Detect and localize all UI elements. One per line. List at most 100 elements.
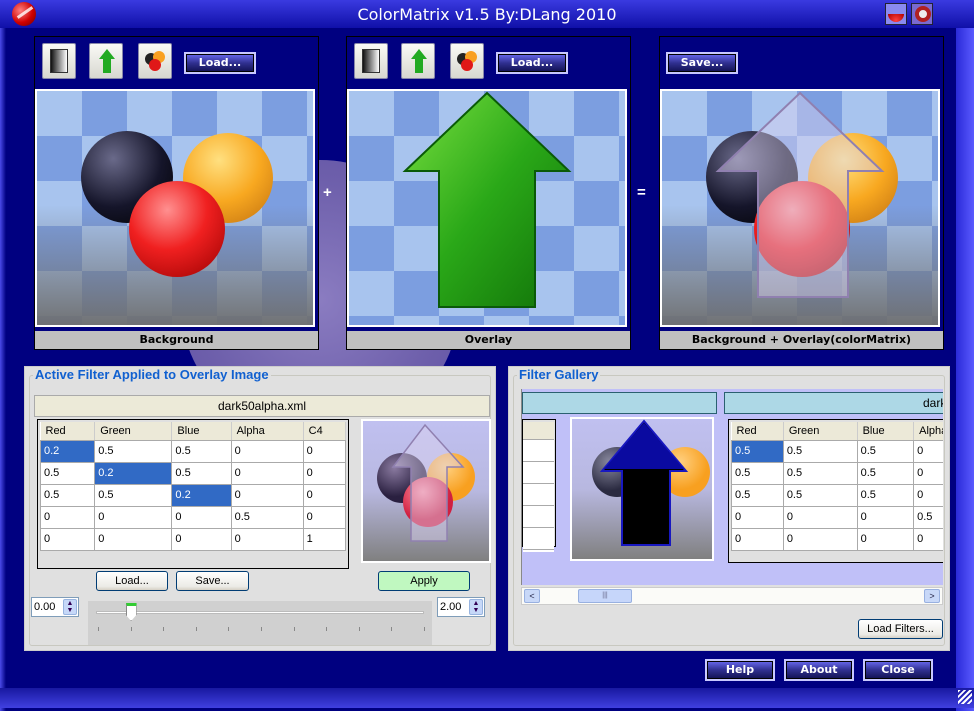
min-value-spinner[interactable]: 0.00 ▲ ▼ (31, 597, 79, 617)
slider-thumb[interactable] (125, 603, 137, 621)
overlay-load-button[interactable]: Load... (496, 52, 568, 74)
scroll-thumb[interactable]: ||| (578, 589, 632, 603)
load-filters-button[interactable]: Load Filters... (858, 619, 943, 639)
matrix-cell[interactable]: 0 (94, 505, 173, 529)
matrix-cell[interactable]: 0.5 (39, 483, 96, 507)
min-value: 0.00 (34, 601, 56, 613)
matrix-cell[interactable]: 0.5 (94, 439, 173, 463)
matrix-cell[interactable]: 0 (302, 483, 347, 507)
matrix-cell[interactable]: 0 (171, 505, 232, 529)
balls-tool-button[interactable] (138, 43, 172, 79)
matrix-cell[interactable]: 0 (94, 527, 173, 551)
column-header[interactable]: C4 (303, 422, 347, 441)
gallery-item-prev-title[interactable] (522, 392, 717, 414)
matrix-cell[interactable]: 0 (230, 527, 304, 551)
matrix-cell[interactable]: 0 (171, 527, 232, 551)
column-header[interactable]: Blue (171, 422, 232, 441)
column-header[interactable]: Alpha (231, 422, 304, 441)
matrix-cell[interactable]: 0.5 (731, 483, 784, 507)
matrix-cell[interactable]: 0.5 (171, 461, 232, 485)
matrix-load-button[interactable]: Load... (96, 571, 168, 591)
column-header[interactable]: Blue (857, 422, 915, 441)
column-header[interactable]: Green (783, 422, 858, 441)
gallery-list[interactable]: dark5 RedGreenBlueAlpha 0.50.50.500.50.5… (521, 389, 943, 585)
matrix-cell[interactable]: 0.5 (782, 483, 858, 507)
balls-tool-button[interactable] (450, 43, 484, 79)
matrix-cell[interactable]: 0.5 (782, 439, 858, 463)
matrix-cell[interactable]: 0 (856, 527, 915, 551)
column-header[interactable]: Red (731, 422, 784, 441)
matrix-cell[interactable]: 0 (230, 461, 304, 485)
matrix-cell[interactable]: 1 (302, 527, 347, 551)
matrix-cell[interactable]: 0.5 (94, 483, 173, 507)
matrix-cell[interactable]: 0.5 (856, 439, 915, 463)
matrix-cell[interactable]: 0 (782, 505, 858, 529)
gradient-tool-button[interactable] (354, 43, 388, 79)
matrix-cell[interactable]: 0.5 (731, 461, 784, 485)
result-save-button[interactable]: Save... (666, 52, 738, 74)
spin-arrows-icon[interactable]: ▲ ▼ (469, 599, 483, 615)
apply-button[interactable]: Apply (378, 571, 470, 591)
value-slider[interactable] (88, 601, 432, 645)
matrix-cell[interactable]: 0.5 (731, 439, 784, 463)
ball-red (461, 59, 473, 71)
matrix-cell[interactable]: 0.5 (856, 461, 915, 485)
matrix-cell[interactable]: 0 (39, 527, 96, 551)
background-load-button[interactable]: Load... (184, 52, 256, 74)
matrix-cell[interactable]: 0 (302, 505, 347, 529)
arrow-tool-button[interactable] (401, 43, 435, 79)
matrix-cell[interactable]: 0 (302, 461, 347, 485)
matrix-cell[interactable]: 0 (731, 527, 784, 551)
matrix-cell[interactable]: 0 (230, 483, 304, 507)
matrix-save-button[interactable]: Save... (176, 571, 249, 591)
gallery-horizontal-scrollbar[interactable]: < ||| > (521, 587, 943, 605)
matrix-cell[interactable]: 0 (856, 505, 915, 529)
about-button[interactable]: About (784, 659, 854, 681)
matrix-cell[interactable]: 0.5 (230, 505, 304, 529)
matrix-cell[interactable]: 0.5 (856, 483, 915, 507)
gallery-item-title[interactable]: dark5 (724, 392, 943, 414)
background-panel: Load... Background (34, 36, 319, 350)
matrix-header-row: RedGreenBlueAlpha (731, 422, 943, 441)
column-header[interactable]: Green (94, 422, 173, 441)
minimize-button[interactable] (885, 3, 907, 25)
gradient-tool-button[interactable] (42, 43, 76, 79)
active-matrix-grid: Red Green Blue Alpha C4 0.2 0.5 0.5 0 0 0.5 0.2 0.5… (37, 419, 349, 569)
gallery-item-name: dark5 (922, 396, 943, 410)
matrix-cell[interactable]: 0.2 (171, 483, 232, 507)
scroll-left-icon[interactable]: < (524, 589, 540, 603)
matrix-cell[interactable]: 0.2 (94, 461, 173, 485)
gallery-preview[interactable] (570, 417, 714, 561)
resize-grip-icon[interactable] (958, 690, 972, 704)
matrix-cell[interactable]: 0 (39, 505, 96, 529)
matrix-cell[interactable]: 0.5 (913, 505, 943, 529)
slider-tick (261, 627, 262, 631)
help-button[interactable]: Help (705, 659, 775, 681)
title-bar[interactable]: ColorMatrix v1.5 By:DLang 2010 (0, 0, 974, 28)
close-button[interactable]: Close (863, 659, 933, 681)
matrix-cell[interactable]: 0.5 (171, 439, 232, 463)
grid-rows (523, 440, 554, 552)
close-window-button[interactable] (911, 3, 933, 25)
column-header[interactable]: Alpha (913, 422, 943, 441)
matrix-cell[interactable]: 0 (913, 461, 943, 485)
spin-arrows-icon[interactable]: ▲ ▼ (63, 599, 77, 615)
matrix-cell[interactable]: 0 (913, 527, 943, 551)
matrix-cell[interactable]: 0.2 (39, 439, 96, 463)
scroll-right-icon[interactable]: > (924, 589, 940, 603)
matrix-cell[interactable]: 0 (302, 439, 347, 463)
active-matrix-table: Red Green Blue Alpha C4 0.2 0.5 0.5 0 0 0.5 0.2 0.5… (39, 422, 347, 551)
matrix-cell[interactable]: 0 (782, 527, 858, 551)
matrix-cell[interactable]: 0.5 (782, 461, 858, 485)
arrow-tool-button[interactable] (89, 43, 123, 79)
matrix-cell[interactable]: 0.5 (39, 461, 96, 485)
matrix-cell[interactable]: 0 (731, 505, 784, 529)
matrix-cell[interactable]: 0 (913, 483, 943, 507)
matrix-cell[interactable]: 0 (913, 439, 943, 463)
max-value: 2.00 (440, 601, 462, 613)
green-arrow-icon (99, 49, 115, 59)
matrix-cell[interactable]: 0 (230, 439, 304, 463)
max-value-spinner[interactable]: 2.00 ▲ ▼ (437, 597, 485, 617)
column-header[interactable]: Red (40, 422, 96, 441)
gradient-icon (362, 49, 380, 73)
